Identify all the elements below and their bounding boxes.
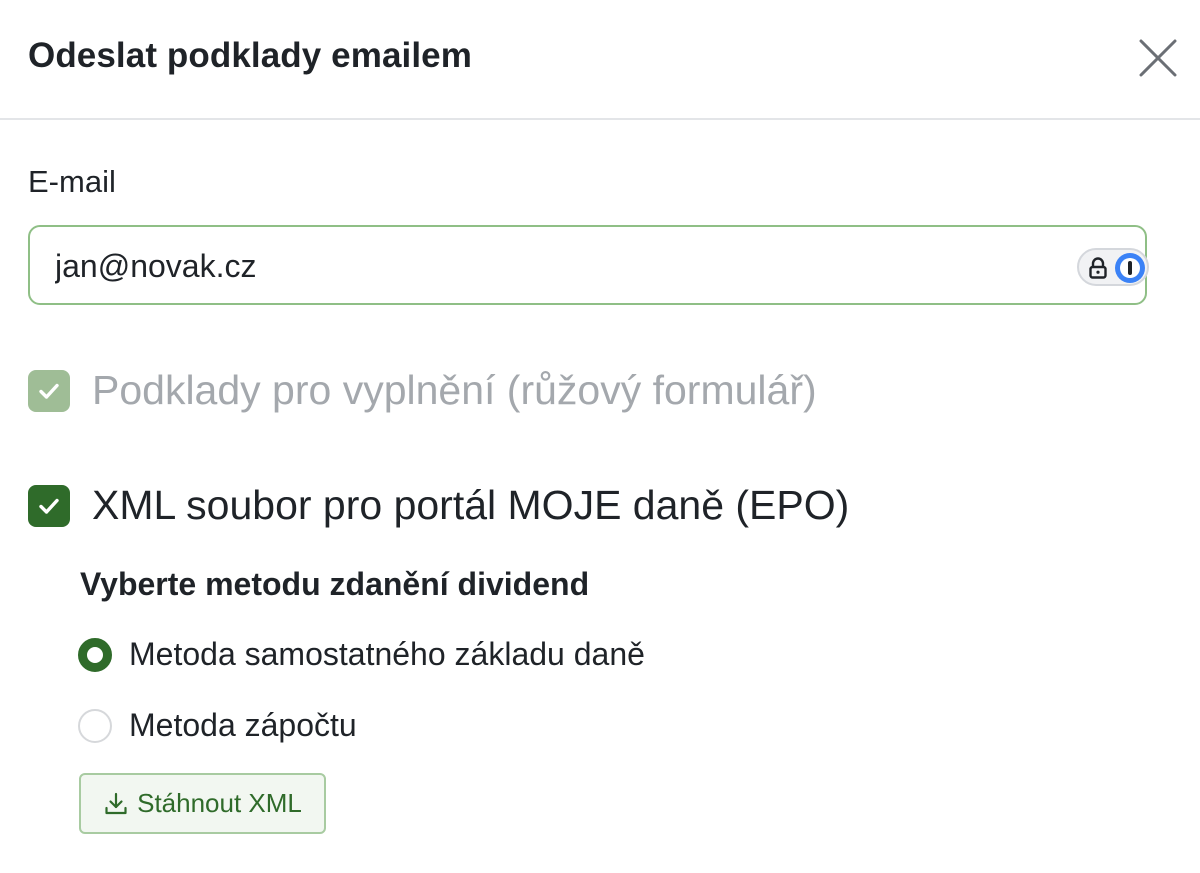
xml-file-label: XML soubor pro portál MOJE daně (EPO) — [92, 482, 850, 528]
email-input[interactable] — [55, 245, 1035, 287]
download-xml-label: Stáhnout XML — [137, 788, 302, 818]
radio-button-separate-base[interactable] — [78, 637, 112, 672]
check-icon — [39, 498, 59, 514]
close-icon — [1139, 39, 1177, 77]
modal-header: Odeslat podklady emailem — [0, 0, 1200, 120]
check-icon — [39, 383, 59, 399]
email-label: E-mail — [28, 164, 116, 199]
download-xml-button[interactable]: Stáhnout XML — [79, 773, 326, 834]
lock-icon — [1089, 257, 1107, 279]
password-manager-icon-bar — [1128, 261, 1132, 275]
xml-file-checkbox[interactable] — [28, 484, 70, 527]
radio-option-credit[interactable]: Metoda zápočtu — [78, 707, 357, 744]
radio-option-separate-base[interactable]: Metoda samostatného základu daně — [78, 636, 645, 673]
modal-title: Odeslat podklady emailem — [28, 36, 472, 75]
close-button[interactable] — [1136, 36, 1180, 80]
pink-form-label: Podklady pro vyplnění (růžový formulář) — [92, 367, 817, 413]
radio-label-separate-base: Metoda samostatného základu daně — [129, 636, 645, 672]
pink-form-checkbox — [28, 369, 70, 412]
send-documents-modal: Odeslat podklady emailem E-mail Pod — [0, 0, 1200, 873]
email-field — [28, 225, 1149, 305]
password-manager-button[interactable] — [1077, 248, 1149, 286]
download-icon — [103, 791, 129, 817]
pink-form-checkbox-row: Podklady pro vyplnění (růžový formulář) — [28, 367, 817, 414]
dividend-method-title: Vyberte metodu zdanění dividend — [80, 566, 590, 602]
radio-button-credit[interactable] — [78, 708, 112, 743]
radio-label-credit: Metoda zápočtu — [129, 707, 357, 743]
xml-file-checkbox-row[interactable]: XML soubor pro portál MOJE daně (EPO) — [28, 482, 849, 529]
